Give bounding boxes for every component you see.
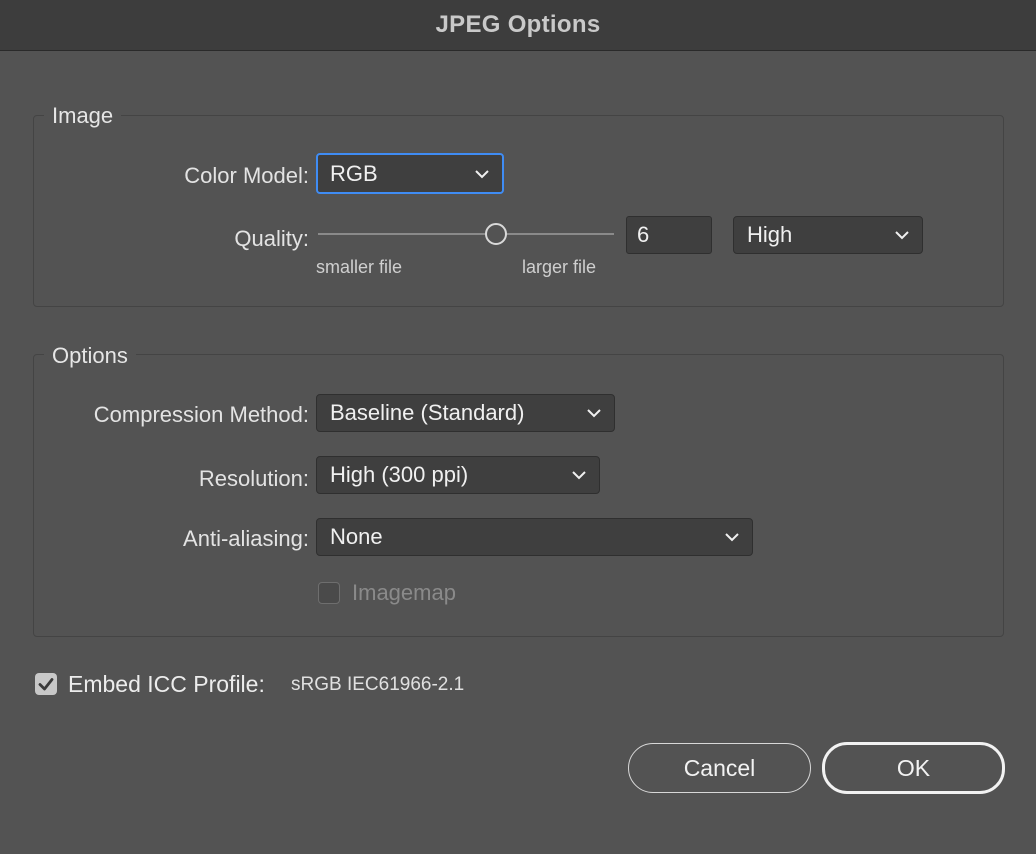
compression-method-value: Baseline (Standard) bbox=[330, 400, 525, 425]
embed-icc-label: Embed ICC Profile: bbox=[68, 671, 265, 697]
ok-button[interactable]: OK bbox=[822, 742, 1005, 794]
color-model-label: Color Model: bbox=[184, 163, 309, 188]
dialog-title: JPEG Options bbox=[435, 11, 601, 38]
quality-label: Quality: bbox=[234, 226, 309, 251]
resolution-label: Resolution: bbox=[198, 466, 309, 491]
anti-aliasing-label: Anti-aliasing: bbox=[183, 526, 309, 551]
compression-method-label: Compression Method: bbox=[93, 402, 309, 427]
quality-value-field[interactable]: 6 bbox=[626, 216, 712, 254]
chevron-down-icon bbox=[725, 533, 739, 542]
chevron-down-icon bbox=[572, 471, 586, 480]
quality-preset-value: High bbox=[747, 222, 793, 247]
color-model-select[interactable]: RGB bbox=[316, 153, 504, 194]
anti-aliasing-select[interactable]: None bbox=[316, 518, 753, 556]
color-model-value: RGB bbox=[330, 160, 378, 186]
chevron-down-icon bbox=[587, 409, 601, 418]
icc-profile-name: sRGB IEC61966-2.1 bbox=[291, 674, 465, 695]
imagemap-label: Imagemap bbox=[352, 580, 456, 605]
chevron-down-icon bbox=[895, 231, 909, 240]
dialog-title-bar: JPEG Options bbox=[0, 0, 1036, 51]
checkmark-icon bbox=[38, 678, 54, 691]
compression-method-select[interactable]: Baseline (Standard) bbox=[316, 394, 615, 432]
resolution-select[interactable]: High (300 ppi) bbox=[316, 456, 600, 494]
quality-slider-thumb[interactable] bbox=[484, 223, 507, 245]
imagemap-checkbox[interactable] bbox=[318, 582, 340, 604]
image-group-label: Image bbox=[44, 103, 122, 129]
cancel-button[interactable]: Cancel bbox=[628, 743, 811, 793]
quality-preset-select[interactable]: High bbox=[733, 216, 923, 254]
image-group bbox=[33, 115, 1004, 307]
larger-file-label: larger file bbox=[522, 257, 597, 277]
options-group-label: Options bbox=[44, 343, 136, 369]
quality-slider-track[interactable] bbox=[318, 233, 614, 235]
smaller-file-label: smaller file bbox=[316, 257, 403, 277]
chevron-down-icon bbox=[475, 169, 489, 178]
resolution-value: High (300 ppi) bbox=[330, 462, 469, 487]
embed-icc-checkbox[interactable] bbox=[35, 673, 57, 695]
anti-aliasing-value: None bbox=[330, 524, 383, 549]
